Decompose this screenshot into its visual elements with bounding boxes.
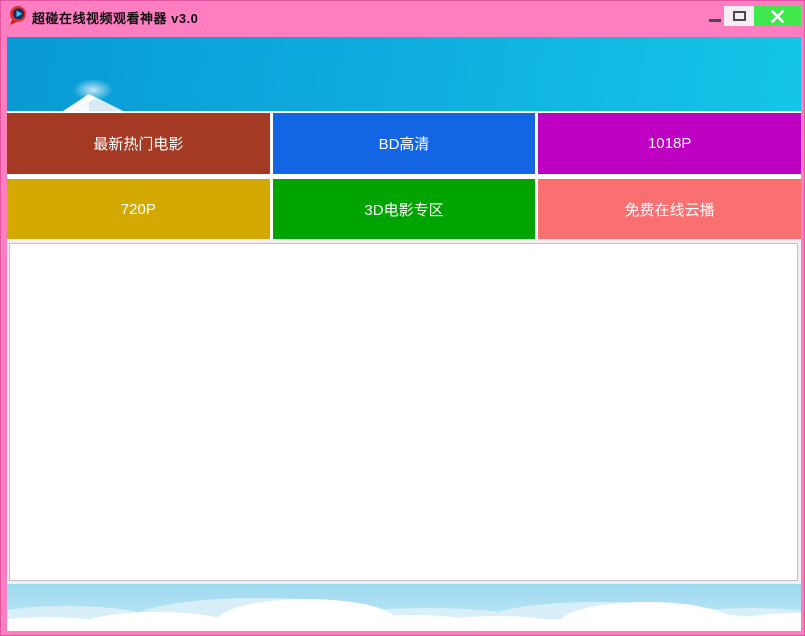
minimize-icon <box>709 19 721 22</box>
nav-button-3d-zone[interactable]: 3D电影专区 <box>273 179 536 239</box>
close-button[interactable] <box>754 6 801 26</box>
mountain-graphic <box>63 94 123 111</box>
nav-button-bd-hd[interactable]: BD高清 <box>273 113 536 174</box>
banner <box>7 37 801 111</box>
minimize-button[interactable] <box>706 6 723 26</box>
content-area <box>9 243 798 581</box>
nav-button-grid: 最新热门电影 BD高清 1018P 720P 3D电影专区 免费在线云播 <box>7 111 801 239</box>
nav-button-720p[interactable]: 720P <box>7 179 270 239</box>
maximize-icon <box>733 11 746 21</box>
nav-button-free-cloud-play[interactable]: 免费在线云播 <box>538 179 801 239</box>
nav-button-1018p[interactable]: 1018P <box>538 113 801 174</box>
app-icon <box>9 5 27 26</box>
maximize-button[interactable] <box>724 6 754 26</box>
close-icon <box>771 10 784 23</box>
title-bar[interactable]: 超碰在线视频观看神器 v3.0 <box>1 1 805 37</box>
window-title: 超碰在线视频观看神器 v3.0 <box>32 8 198 27</box>
app-window: 超碰在线视频观看神器 v3.0 最新热门电影 BD高清 1018P 720P 3… <box>0 0 805 636</box>
clouds-footer <box>7 584 801 631</box>
nav-button-hot-movies[interactable]: 最新热门电影 <box>7 113 270 174</box>
